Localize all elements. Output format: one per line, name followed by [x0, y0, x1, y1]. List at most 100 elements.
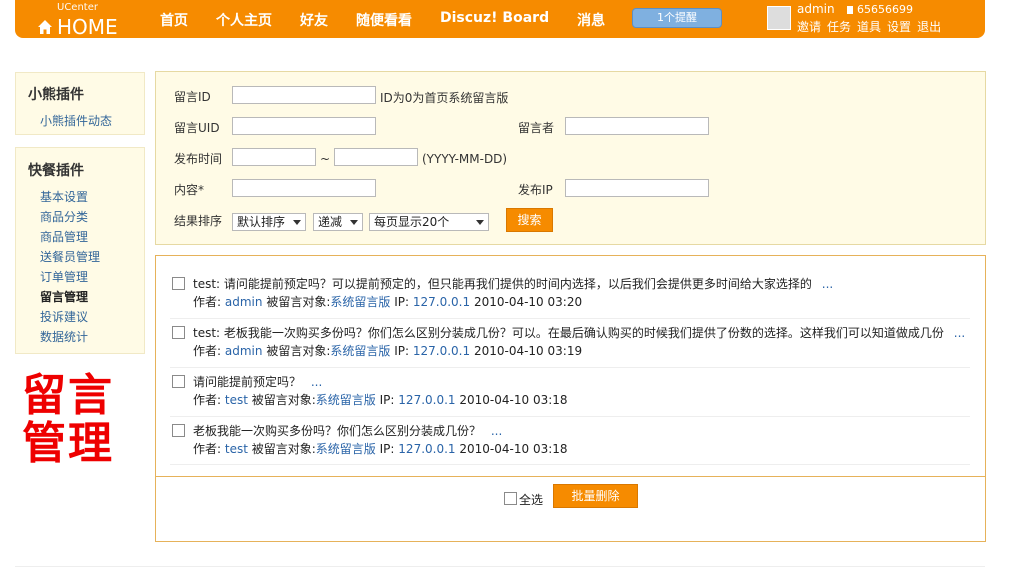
- item-checkbox[interactable]: [172, 424, 185, 437]
- message-content: test: 老板我能一次购买多份吗？你们怎么区别分装成几份？可以。在最后确认购买…: [193, 326, 944, 340]
- nav-browse[interactable]: 随便看看: [356, 10, 412, 30]
- item-checkbox[interactable]: [172, 326, 185, 339]
- item-checkbox[interactable]: [172, 375, 185, 388]
- chevron-down-icon: [476, 220, 484, 225]
- chevron-down-icon: [293, 220, 301, 225]
- sidebar-box-fastfood-plugin: 快餐插件 基本设置 商品分类 商品管理 送餐员管理 订单管理 留言管理 投诉建议…: [15, 147, 145, 354]
- divider: [170, 464, 970, 465]
- ip-value: 127.0.0.1: [398, 442, 456, 456]
- item-checkbox[interactable]: [172, 277, 185, 290]
- msg-id-hint: ID为0为首页系统留言版: [380, 91, 509, 105]
- nav-profile[interactable]: 个人主页: [216, 10, 272, 30]
- settings-link[interactable]: 设置: [887, 18, 911, 35]
- user-links: 邀请 任务 道具 设置 退出: [797, 18, 947, 35]
- target-link[interactable]: 系统留言版: [330, 295, 390, 309]
- author-link[interactable]: admin: [225, 295, 263, 309]
- divider: [170, 367, 970, 368]
- content-label: 内容*: [174, 183, 205, 197]
- message-time: 2010-04-10 03:18: [459, 393, 568, 407]
- time-to-input[interactable]: [334, 148, 418, 166]
- divider: [170, 318, 970, 319]
- author-link[interactable]: test: [225, 442, 248, 456]
- more-link[interactable]: ...: [311, 375, 322, 389]
- ip-value: 127.0.0.1: [412, 295, 471, 309]
- home-icon: [38, 20, 52, 34]
- time-format-hint: (YYYY-MM-DD): [422, 152, 508, 166]
- sidebar-title-fastfood: 快餐插件: [28, 163, 84, 179]
- select-all-label: 全选: [519, 493, 544, 507]
- message-time: 2010-04-10 03:19: [473, 344, 583, 358]
- msg-uid-input[interactable]: [232, 117, 376, 135]
- time-from-input[interactable]: [232, 148, 316, 166]
- sidebar-item-couriers[interactable]: 送餐员管理: [16, 247, 144, 267]
- page-bottom-divider: [15, 566, 985, 567]
- more-link[interactable]: ...: [954, 326, 965, 340]
- sidebar-item-messages[interactable]: 留言管理: [16, 287, 144, 307]
- list-footer-divider: [156, 476, 985, 477]
- sidebar-title-bear: 小熊插件: [28, 87, 84, 103]
- msg-uid-label: 留言UID: [174, 121, 220, 135]
- sidebar-item-statistics[interactable]: 数据统计: [16, 327, 144, 347]
- chevron-down-icon: [350, 220, 358, 225]
- sidebar-item-categories[interactable]: 商品分类: [16, 207, 144, 227]
- select-all-checkbox[interactable]: [504, 492, 517, 505]
- sidebar-item-basic-settings[interactable]: 基本设置: [16, 187, 144, 207]
- sort-label: 结果排序: [174, 214, 223, 228]
- msg-id-input[interactable]: [232, 86, 376, 104]
- more-link[interactable]: ...: [491, 424, 502, 438]
- message-time: 2010-04-10 03:20: [473, 295, 583, 309]
- invite-link[interactable]: 邀请: [797, 18, 821, 35]
- sidebar-box-bear-plugin: 小熊插件 小熊插件动态: [15, 72, 145, 135]
- message-list-panel: test: 请问能提前预定吗？可以提前预定的，但只能再我们提供的时间内选择，以后…: [155, 255, 986, 542]
- search-button[interactable]: 搜索: [506, 208, 553, 232]
- search-panel: 留言ID ID为0为首页系统留言版 留言UID 留言者 发布时间 ~ (YYYY…: [155, 71, 986, 245]
- message-content: 请问能提前预定吗？: [193, 375, 302, 389]
- sort-field-select[interactable]: 默认排序: [232, 213, 306, 231]
- ip-label: 发布IP: [518, 183, 553, 197]
- more-link[interactable]: ...: [822, 277, 833, 291]
- ip-value: 127.0.0.1: [398, 393, 456, 407]
- divider: [170, 416, 970, 417]
- ip-input[interactable]: [565, 179, 709, 197]
- sort-order-select[interactable]: 递减: [313, 213, 363, 231]
- nav-discuz-board[interactable]: Discuz! Board: [440, 10, 549, 30]
- logout-link[interactable]: 退出: [917, 18, 941, 35]
- props-link[interactable]: 道具: [857, 18, 881, 35]
- time-label: 发布时间: [174, 152, 223, 166]
- notification-badge[interactable]: 1个提醒: [632, 8, 722, 28]
- author-link[interactable]: test: [225, 393, 248, 407]
- nav-messages[interactable]: 消息: [577, 10, 605, 30]
- bulk-delete-button[interactable]: 批量删除: [553, 484, 638, 508]
- credit-value: 65656699: [857, 3, 913, 16]
- credit-icon: [847, 5, 853, 14]
- author-link[interactable]: admin: [225, 344, 263, 358]
- target-link[interactable]: 系统留言版: [330, 344, 390, 358]
- sidebar-item-orders[interactable]: 订单管理: [16, 267, 144, 287]
- target-link[interactable]: 系统留言版: [316, 442, 376, 456]
- time-separator: ~: [320, 152, 331, 166]
- message-content: test: 请问能提前预定吗？可以提前预定的，但只能再我们提供的时间内选择，以后…: [193, 277, 812, 291]
- content-input[interactable]: [232, 179, 376, 197]
- author-input[interactable]: [565, 117, 709, 135]
- nav-home[interactable]: 首页: [160, 10, 188, 30]
- big-red-title-line2: 管理: [22, 418, 114, 469]
- ip-value: 127.0.0.1: [412, 344, 471, 358]
- message-time: 2010-04-10 03:18: [459, 442, 568, 456]
- big-red-title-line1: 留言: [22, 370, 114, 421]
- author-label: 留言者: [518, 121, 555, 135]
- logo-big-text: HOME: [57, 15, 118, 39]
- target-link[interactable]: 系统留言版: [316, 393, 376, 407]
- main-nav: 首页 个人主页 好友 随便看看 Discuz! Board 消息: [160, 10, 633, 30]
- message-content: 老板我能一次购买多份吗？你们怎么区别分装成几份？: [193, 424, 482, 438]
- logo-small-text: UCenter: [57, 2, 98, 13]
- nav-friends[interactable]: 好友: [300, 10, 328, 30]
- avatar[interactable]: [767, 6, 791, 30]
- username-link[interactable]: admin: [797, 2, 835, 16]
- sidebar-item-bear-news[interactable]: 小熊插件动态: [16, 112, 144, 129]
- per-page-select[interactable]: 每页显示20个: [369, 213, 489, 231]
- top-bar: UCenter HOME 首页 个人主页 好友 随便看看 Discuz! Boa…: [15, 0, 985, 39]
- sidebar-item-products[interactable]: 商品管理: [16, 227, 144, 247]
- sidebar-item-complaints[interactable]: 投诉建议: [16, 307, 144, 327]
- tasks-link[interactable]: 任务: [827, 18, 851, 35]
- msg-id-label: 留言ID: [174, 90, 211, 104]
